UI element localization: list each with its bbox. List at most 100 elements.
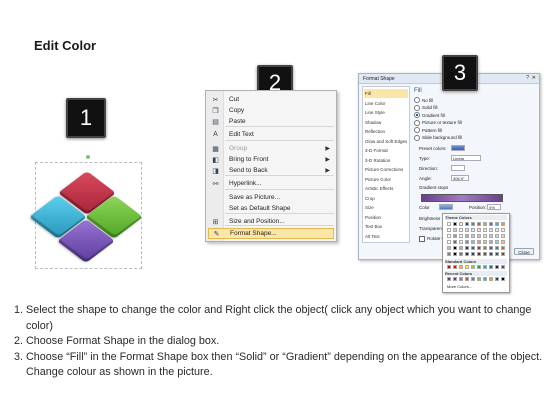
menu-item-group[interactable]: ▦ Group ▶ — [208, 143, 334, 154]
color-swatch[interactable] — [489, 240, 493, 244]
color-swatch[interactable] — [483, 222, 487, 226]
fill-option-no-fill[interactable]: No fill — [414, 97, 433, 103]
color-swatch[interactable] — [459, 234, 463, 238]
standard-color-swatch[interactable] — [447, 265, 451, 269]
nav-item-reflection[interactable]: Reflection — [365, 127, 385, 136]
color-swatch[interactable] — [483, 234, 487, 238]
color-swatch[interactable] — [453, 240, 457, 244]
color-swatch[interactable] — [465, 222, 469, 226]
direction-dropdown[interactable] — [451, 165, 465, 171]
nav-item-picture-color[interactable]: Picture Color — [365, 175, 391, 184]
color-swatch[interactable] — [489, 222, 493, 226]
color-swatch[interactable] — [501, 252, 505, 256]
color-swatch[interactable] — [453, 222, 457, 226]
color-swatch[interactable] — [501, 222, 505, 226]
color-picker-button[interactable] — [439, 204, 453, 210]
color-swatch[interactable] — [501, 240, 505, 244]
color-swatch[interactable] — [465, 246, 469, 250]
gradient-stops-bar[interactable] — [421, 194, 503, 202]
color-swatch[interactable] — [489, 228, 493, 232]
color-swatch[interactable] — [471, 246, 475, 250]
fill-option-slide-background-fill[interactable]: Slide background fill — [414, 134, 462, 141]
fill-option-picture-or-texture-fill[interactable]: Picture or texture fill — [414, 119, 462, 126]
type-select[interactable]: Linear — [451, 155, 481, 161]
color-swatch[interactable] — [447, 246, 451, 250]
nav-item-alt-text[interactable]: Alt Text — [365, 232, 380, 241]
color-swatch[interactable] — [477, 246, 481, 250]
color-swatch[interactable] — [489, 234, 493, 238]
color-swatch[interactable] — [501, 228, 505, 232]
radio-button[interactable] — [414, 104, 420, 111]
recent-color-swatch[interactable] — [495, 277, 499, 281]
radio-button[interactable] — [414, 97, 420, 103]
color-swatch[interactable] — [483, 246, 487, 250]
color-swatch[interactable] — [465, 228, 469, 232]
standard-color-swatch[interactable] — [465, 265, 469, 269]
standard-color-swatch[interactable] — [459, 265, 463, 269]
color-swatch[interactable] — [453, 246, 457, 250]
color-swatch[interactable] — [477, 234, 481, 238]
color-swatch[interactable] — [477, 228, 481, 232]
color-swatch[interactable] — [495, 246, 499, 250]
nav-item-picture-corrections[interactable]: Picture Corrections — [365, 165, 403, 174]
color-swatch[interactable] — [459, 228, 463, 232]
nav-item-position[interactable]: Position — [365, 213, 381, 222]
nav-item-shadow[interactable]: Shadow — [365, 118, 381, 127]
fill-option-gradient-fill[interactable]: Gradient fill — [414, 112, 445, 118]
color-swatch[interactable] — [447, 240, 451, 244]
nav-item-artistic-effects[interactable]: Artistic Effects — [365, 184, 393, 193]
color-swatch[interactable] — [447, 252, 451, 256]
radio-button[interactable] — [414, 127, 420, 133]
color-swatch[interactable] — [465, 252, 469, 256]
radio-button[interactable] — [414, 112, 420, 118]
color-swatch[interactable] — [471, 228, 475, 232]
color-swatch[interactable] — [477, 222, 481, 226]
nav-item-line-style[interactable]: Line Style — [365, 108, 385, 117]
standard-color-swatch[interactable] — [495, 265, 499, 269]
color-swatch[interactable] — [495, 234, 499, 238]
fill-option-solid-fill[interactable]: Solid fill — [414, 104, 438, 111]
more-colors-link[interactable]: More Colors... — [447, 284, 472, 289]
color-swatch[interactable] — [471, 234, 475, 238]
color-swatch[interactable] — [495, 240, 499, 244]
nav-item-text-box[interactable]: Text Box — [365, 222, 382, 231]
rotation-handle[interactable] — [86, 155, 90, 159]
color-swatch[interactable] — [447, 228, 451, 232]
recent-color-swatch[interactable] — [459, 277, 463, 281]
color-swatch[interactable] — [477, 240, 481, 244]
radio-button[interactable] — [414, 119, 420, 126]
color-swatch[interactable] — [483, 252, 487, 256]
color-swatch[interactable] — [501, 246, 505, 250]
menu-item-cut[interactable]: ✂ Cut — [208, 94, 334, 105]
recent-color-swatch[interactable] — [477, 277, 481, 281]
color-swatch[interactable] — [459, 240, 463, 244]
standard-color-swatch[interactable] — [501, 265, 505, 269]
color-swatch[interactable] — [459, 252, 463, 256]
nav-item-3-d-rotation[interactable]: 3-D Rotation — [365, 156, 390, 165]
color-swatch[interactable] — [459, 222, 463, 226]
recent-color-swatch[interactable] — [483, 277, 487, 281]
standard-color-swatch[interactable] — [489, 265, 493, 269]
radio-button[interactable] — [414, 134, 420, 141]
color-swatch[interactable] — [459, 246, 463, 250]
angle-input[interactable]: 306.9° — [451, 175, 469, 181]
recent-color-swatch[interactable] — [465, 277, 469, 281]
nav-item-crop[interactable]: Crop — [365, 194, 375, 203]
recent-color-swatch[interactable] — [453, 277, 457, 281]
color-swatch[interactable] — [471, 222, 475, 226]
color-swatch[interactable] — [495, 222, 499, 226]
recent-color-swatch[interactable] — [501, 277, 505, 281]
menu-item-save-as-picture[interactable]: Save as Picture... — [208, 192, 334, 203]
close-button[interactable]: Close — [514, 248, 534, 255]
fill-option-pattern-fill[interactable]: Pattern fill — [414, 127, 442, 133]
nav-item-line-color[interactable]: Line Color — [365, 99, 386, 108]
color-swatch[interactable] — [495, 252, 499, 256]
color-swatch[interactable] — [453, 234, 457, 238]
menu-item-hyperlink[interactable]: ⚯ Hyperlink... — [208, 178, 334, 189]
recent-color-swatch[interactable] — [447, 277, 451, 281]
menu-item-copy[interactable]: ❐ Copy — [208, 105, 334, 116]
position-input[interactable]: 0% — [487, 204, 501, 210]
standard-color-swatch[interactable] — [471, 265, 475, 269]
standard-color-swatch[interactable] — [477, 265, 481, 269]
color-swatch[interactable] — [471, 252, 475, 256]
